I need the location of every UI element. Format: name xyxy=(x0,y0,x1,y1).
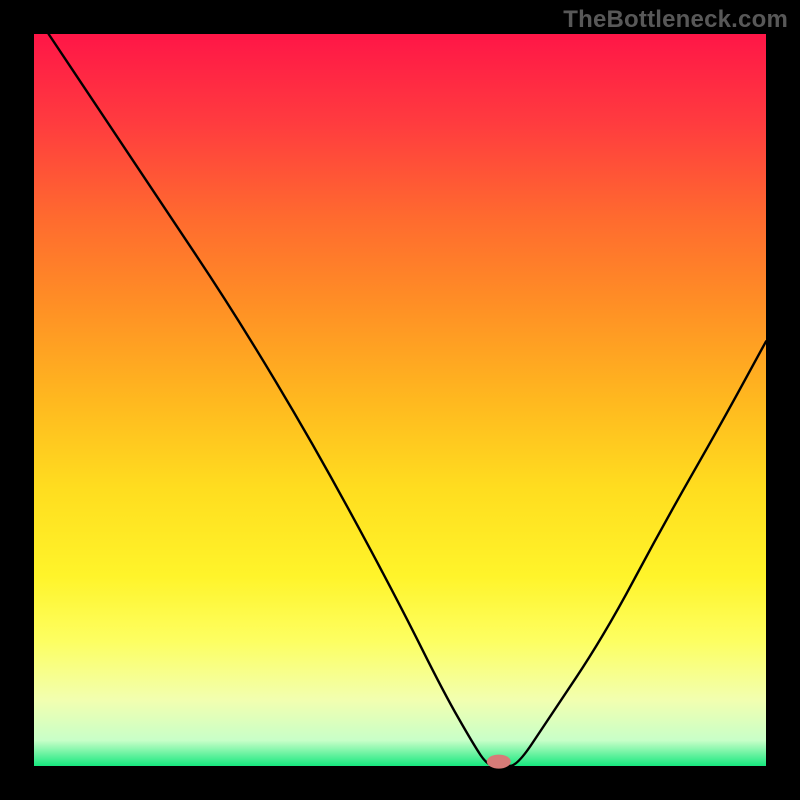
optimal-marker xyxy=(487,755,511,769)
watermark-text: TheBottleneck.com xyxy=(563,6,788,34)
bottleneck-chart xyxy=(0,0,800,800)
chart-container: TheBottleneck.com xyxy=(0,0,800,800)
plot-background-gradient xyxy=(34,34,766,766)
